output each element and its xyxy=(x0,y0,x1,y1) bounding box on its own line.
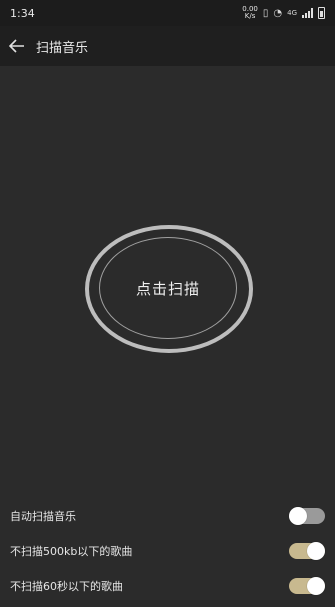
scan-button-container: 点击扫描 xyxy=(85,225,253,353)
setting-row-auto-scan: 自动扫描音乐 xyxy=(0,502,335,530)
battery-icon xyxy=(318,7,325,19)
network-speed-indicator: 0.00 K/s xyxy=(242,6,258,20)
page-title: 扫描音乐 xyxy=(36,40,89,56)
status-time: 1:34 xyxy=(10,6,35,20)
status-bar: 1:34 0.00 K/s ▯ ◔ 4G xyxy=(0,0,335,26)
status-icons: 0.00 K/s ▯ ◔ 4G xyxy=(242,6,325,20)
skip-60s-toggle[interactable] xyxy=(289,577,325,595)
vibrate-icon: ▯ xyxy=(262,7,269,19)
back-arrow-icon[interactable] xyxy=(6,35,28,57)
clock-icon: ◔ xyxy=(273,7,283,19)
setting-label: 不扫描60秒以下的歌曲 xyxy=(10,580,123,593)
settings-list: 自动扫描音乐 不扫描500kb以下的歌曲 不扫描60秒以下的歌曲 xyxy=(0,502,335,607)
title-bar: 扫描音乐 xyxy=(0,26,335,66)
signal-icon xyxy=(302,8,313,18)
setting-label: 自动扫描音乐 xyxy=(10,510,76,523)
network-type: 4G xyxy=(287,9,297,17)
setting-label: 不扫描500kb以下的歌曲 xyxy=(10,545,133,558)
skip-500kb-toggle[interactable] xyxy=(289,542,325,560)
setting-row-skip-500kb: 不扫描500kb以下的歌曲 xyxy=(0,537,335,565)
scan-button-label: 点击扫描 xyxy=(135,279,200,298)
net-speed-unit: K/s xyxy=(244,12,256,20)
setting-row-skip-60s: 不扫描60秒以下的歌曲 xyxy=(0,572,335,600)
scan-button[interactable]: 点击扫描 xyxy=(99,237,237,339)
auto-scan-toggle[interactable] xyxy=(289,507,325,525)
